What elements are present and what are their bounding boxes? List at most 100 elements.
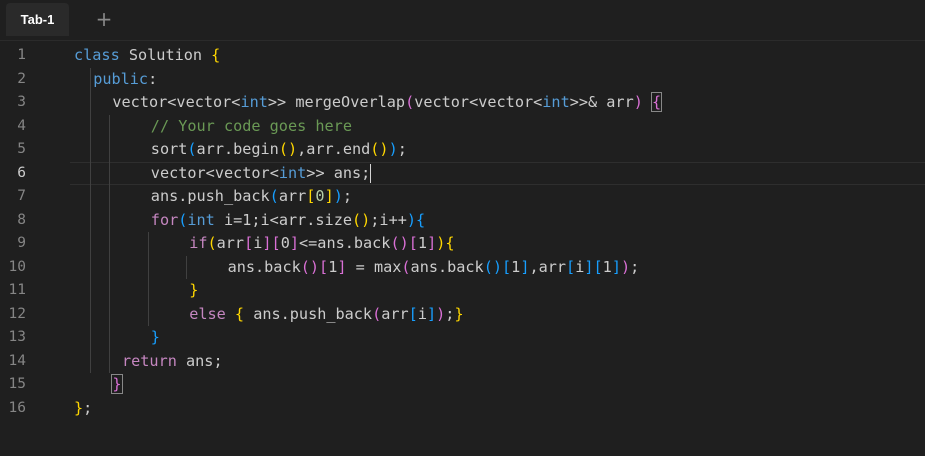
code-line[interactable]: 11} — [0, 279, 925, 303]
indent-guide — [90, 67, 92, 373]
code-token: ( — [187, 140, 197, 158]
code-token: = max — [346, 257, 402, 276]
code-token: () — [300, 257, 320, 276]
code-token: ( — [405, 93, 415, 111]
line-number: 12 — [8, 305, 26, 322]
code-token: 1 — [511, 257, 521, 276]
code-token: else — [189, 304, 235, 323]
code-line[interactable]: 3 vector<vector<int>> mergeOverlap(vector… — [0, 91, 925, 115]
code-token: arr — [278, 187, 307, 205]
code-token: [ — [593, 257, 603, 276]
line-number: 13 — [8, 329, 26, 345]
code-token: ] — [611, 257, 621, 276]
code-token: 0 — [280, 234, 290, 252]
code-token: [ — [271, 234, 281, 252]
code-token: i — [417, 304, 427, 323]
code-line[interactable]: 2 public: — [0, 68, 925, 92]
line-number: 1 — [17, 47, 26, 63]
code-token: for — [150, 210, 179, 229]
code-token: vector — [176, 93, 232, 111]
code-line[interactable]: 9 if(arr[i][0]<=ans.back()[1]){ — [0, 232, 925, 256]
code-token: sort — [150, 140, 188, 158]
code-token: ] — [427, 234, 437, 252]
code-text: } — [189, 279, 198, 303]
code-token: () — [483, 257, 502, 276]
code-text: if(arr[i][0]<=ans.back()[1]){ — [189, 232, 454, 256]
code-token: <=ans.back — [299, 234, 391, 252]
code-text: ans.push_back(arr[0]); — [151, 185, 352, 209]
code-line[interactable]: 16}; — [0, 397, 925, 421]
code-token: [ — [408, 234, 418, 252]
line-number: 6 — [17, 164, 26, 181]
bracket-match-highlight: } — [111, 374, 123, 394]
code-text: ans.back()[1] = max(ans.back()[1],arr[i]… — [228, 256, 640, 280]
indent-guide — [147, 232, 149, 326]
code-token: >>& arr — [569, 93, 634, 111]
code-token: : — [148, 69, 158, 88]
code-editor[interactable]: 1 class Solution {2 public: 3 vector<vector<… — [0, 44, 925, 456]
code-text: }; — [74, 397, 92, 421]
code-text: public: — [93, 68, 157, 92]
code-token: ans; — [186, 351, 223, 370]
code-line[interactable]: 5 sort(arr.begin(),arr.end()); — [0, 138, 925, 162]
code-line[interactable]: 12 else { ans.push_back(arr[i]);} — [0, 303, 925, 327]
text-cursor — [370, 163, 372, 183]
code-token: ans.back — [410, 257, 484, 276]
code-token: ( — [401, 257, 411, 276]
code-token: Solution — [128, 46, 212, 64]
code-token: 0 — [315, 187, 325, 205]
code-token: [ — [566, 257, 576, 276]
code-token: i=1;i<arr.size — [223, 210, 352, 229]
code-line[interactable]: 10 ans.back()[1] = max(ans.back()[1],arr[… — [0, 256, 925, 280]
code-text: // Your code goes here — [151, 115, 352, 139]
code-token: } — [150, 328, 160, 346]
code-token: ] — [262, 234, 272, 252]
code-token: [ — [502, 257, 512, 276]
code-token: ) — [406, 210, 417, 229]
line-number: 14 — [8, 352, 26, 369]
code-token: int — [187, 210, 224, 229]
code-token: 1 — [328, 257, 338, 276]
code-text: else { ans.push_back(arr[i]);} — [189, 303, 463, 327]
code-token: vector — [478, 93, 534, 111]
code-token: int — [278, 163, 307, 182]
code-line[interactable]: 1 class Solution { — [0, 44, 925, 68]
code-text: vector<vector<int>> ans; — [151, 162, 372, 186]
code-token: ; — [397, 140, 407, 158]
tab-bar: Tab-1 + — [0, 0, 925, 41]
code-token: () — [370, 140, 389, 158]
code-token: int — [542, 93, 570, 111]
code-token: [ — [244, 234, 254, 252]
code-token: arr — [216, 234, 245, 252]
code-token: ( — [207, 234, 217, 252]
code-token: ans.push_back — [244, 304, 373, 323]
code-text: for(int i=1;i<arr.size();i++){ — [151, 209, 425, 233]
code-line[interactable]: 8 for(int i=1;i<arr.size();i++){ — [0, 209, 925, 233]
bracket-match-highlight: { — [651, 92, 663, 112]
code-line[interactable]: 14 return ans; — [0, 350, 925, 374]
code-token: ans.back — [227, 257, 301, 276]
line-number: 10 — [8, 258, 26, 275]
tab-1[interactable]: Tab-1 — [6, 3, 69, 36]
code-token: < — [269, 163, 279, 182]
code-line[interactable]: 4 // Your code goes here — [0, 115, 925, 139]
code-token: mergeOverlap — [295, 93, 406, 111]
add-tab-button[interactable]: + — [92, 6, 116, 32]
code-token: { — [211, 46, 221, 64]
code-line[interactable]: 6 vector<vector<int>> ans; — [0, 161, 925, 186]
code-token: ,arr — [529, 257, 567, 276]
code-token: ) — [436, 304, 446, 323]
code-line[interactable]: 15} — [0, 373, 925, 397]
code-line[interactable]: 7 ans.push_back(arr[0]); — [0, 185, 925, 209]
code-line[interactable]: 13} — [0, 326, 925, 350]
code-token: < — [469, 93, 479, 111]
code-token: >> — [267, 93, 296, 111]
code-token: >> ans; — [306, 163, 371, 182]
code-token: ] — [426, 304, 437, 323]
indent-guide — [186, 255, 188, 279]
code-text: class Solution { — [74, 44, 220, 68]
code-token: arr.begin — [196, 140, 279, 158]
code-token: public — [93, 69, 149, 88]
code-token: vector — [214, 163, 270, 182]
code-token: < — [205, 163, 215, 182]
